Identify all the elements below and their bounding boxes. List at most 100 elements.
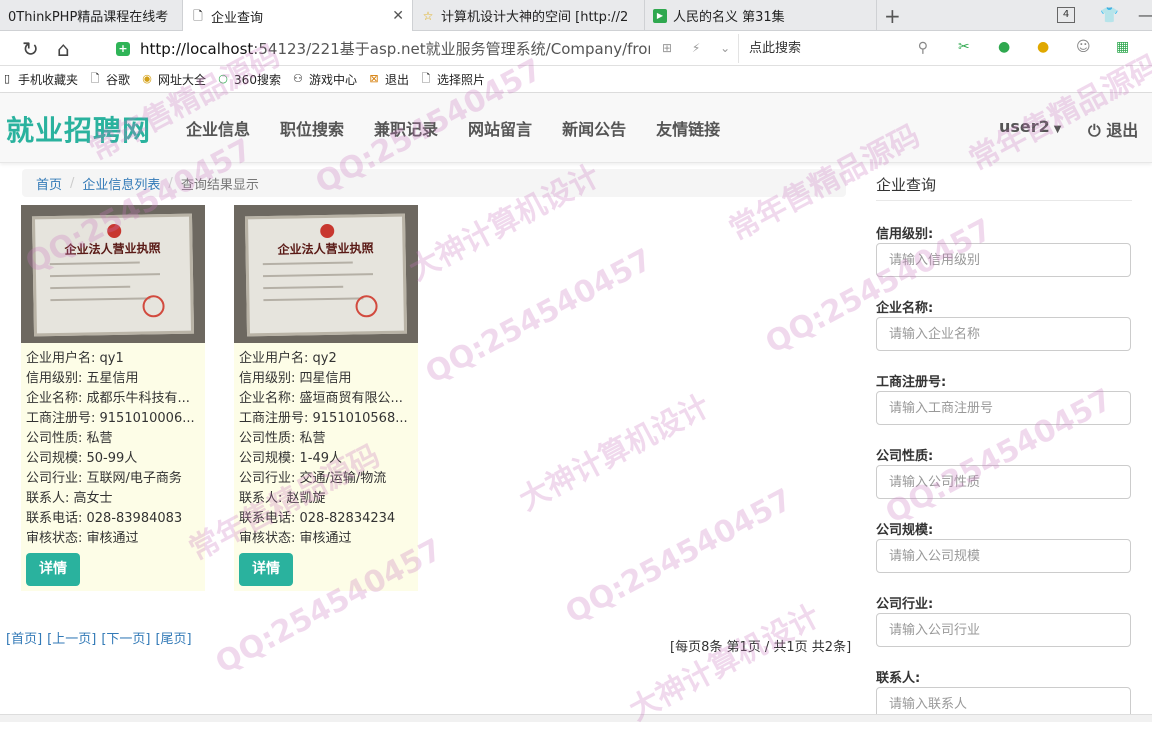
bookmark-item[interactable]: ▯ 手机收藏夹	[0, 71, 78, 88]
credit-level-field: 信用级别:	[876, 223, 1132, 277]
bookmarks-bar: ▯ 手机收藏夹 🗋 谷歌 ◉ 网址大全 ○ 360搜索 ⚇ 游戏中心 ⊠ 退出 🗋 选择照片	[0, 66, 1152, 93]
coin-icon[interactable]: ●	[1037, 39, 1049, 55]
nature-input[interactable]	[876, 465, 1131, 499]
nav-messages[interactable]: 网站留言	[468, 116, 532, 140]
reg-no-field: 工商注册号:	[876, 371, 1132, 425]
credit-level-input[interactable]	[876, 243, 1131, 277]
bookmark-label: 游戏中心	[308, 72, 357, 87]
url-text: http://localhost:54123/221基于asp.net就业服务管…	[140, 40, 650, 58]
tab-label: 人民的名义 第31集	[673, 10, 785, 25]
company-scale: 公司规模: 50-99人	[26, 451, 138, 466]
site-brand[interactable]: 就业招聘网	[6, 109, 151, 149]
apps-icon[interactable]: ▦	[1116, 39, 1129, 55]
industry-input[interactable]	[876, 613, 1131, 647]
company-nature: 公司性质: 私营	[26, 431, 113, 446]
bookmark-item[interactable]: ◉ 网址大全	[140, 71, 206, 88]
watermark: 大神计算机设计	[623, 598, 826, 728]
reload-icon[interactable]: ↻	[22, 37, 39, 61]
license-document: 企业法人营业执照	[244, 213, 408, 337]
bookmark-item[interactable]: ⊠ 退出	[367, 71, 409, 88]
breadcrumb-separator: /	[70, 175, 75, 191]
pager-next[interactable]: [下一页]	[101, 632, 150, 647]
url-action-icons[interactable]: ⊞ ⚡ ⌄	[662, 41, 738, 55]
breadcrumb-list[interactable]: 企业信息列表	[82, 174, 160, 193]
breadcrumb: 首页 / 企业信息列表 / 查询结果显示	[22, 169, 846, 197]
field-label: 工商注册号:	[876, 375, 947, 390]
shield-icon: +	[116, 41, 130, 56]
url-field[interactable]: + http://localhost:54123/221基于asp.net就业服…	[108, 34, 730, 63]
field-label: 公司规模:	[876, 523, 934, 538]
company-name-input[interactable]	[876, 317, 1131, 351]
bookmark-item[interactable]: ○ 360搜索	[216, 71, 281, 88]
browser-tab[interactable]: ☆ 计算机设计大神的空间 [http://2	[413, 0, 645, 31]
pager-last[interactable]: [尾页]	[155, 632, 191, 647]
bookmark-label: 退出	[384, 72, 409, 87]
logout-button[interactable]: ⏻ 退出	[1088, 117, 1138, 141]
company-name: 企业名称: 成都乐牛科技有...	[26, 391, 190, 406]
minimize-icon[interactable]: —	[1138, 6, 1152, 24]
pager-first[interactable]: [首页]	[6, 632, 42, 647]
company-reg-no: 工商注册号: 9151010006...	[26, 411, 195, 426]
page-icon: 🗋	[193, 9, 203, 23]
nav-company-info[interactable]: 企业信息	[186, 116, 250, 140]
company-card: 企业法人营业执照 企业用户名: qy1 信用级别: 五星信用 企业名称: 成都乐…	[21, 205, 205, 591]
company-username: 企业用户名: qy1	[26, 351, 124, 366]
translate-icon[interactable]: ●	[998, 39, 1010, 55]
phone-icon: ▯	[3, 72, 11, 85]
new-tab-button[interactable]: +	[884, 4, 901, 28]
browser-tab[interactable]: ▶ 人民的名义 第31集	[645, 0, 877, 31]
emblem-icon	[320, 223, 335, 239]
company-industry: 公司行业: 互联网/电子商务	[26, 471, 182, 486]
company-industry: 公司行业: 交通/运输/物流	[239, 471, 387, 486]
exit-icon: ⊠	[369, 72, 379, 85]
stamp-icon	[142, 295, 165, 318]
emoji-icon[interactable]: ☺	[1076, 39, 1091, 55]
scissors-icon[interactable]: ✂	[958, 39, 970, 55]
pager-prev[interactable]: [上一页]	[47, 632, 96, 647]
doc-line	[49, 261, 140, 266]
breadcrumb-separator: /	[168, 175, 173, 191]
home-icon[interactable]: ⌂	[57, 37, 70, 61]
details-button[interactable]: 详情	[239, 553, 293, 586]
scale-input[interactable]	[876, 539, 1131, 573]
doc-line	[50, 285, 131, 290]
page-icon: 🗋	[90, 72, 100, 85]
nav-news[interactable]: 新闻公告	[562, 116, 626, 140]
browser-tab[interactable]: 0ThinkPHP精品课程在线考	[0, 0, 183, 31]
search-360-icon: ○	[218, 72, 228, 85]
company-name-field: 企业名称:	[876, 297, 1132, 351]
nav-links[interactable]: 友情链接	[656, 116, 720, 140]
search-box[interactable]: 点此搜索 ⚲	[738, 34, 934, 63]
bookmark-label: 网址大全	[158, 72, 207, 87]
search-panel-title: 企业查询	[876, 166, 1132, 201]
bookmark-label: 手机收藏夹	[18, 72, 79, 87]
search-icon[interactable]: ⚲	[918, 34, 928, 63]
nav-parttime[interactable]: 兼职记录	[374, 116, 438, 140]
company-search-panel: 企业查询 信用级别: 企业名称: 工商注册号: 公司性质: 公司规模: 公司行业…	[876, 166, 1132, 721]
field-label: 公司行业:	[876, 597, 934, 612]
reg-no-input[interactable]	[876, 391, 1131, 425]
watermark: 大神计算机设计	[513, 388, 716, 518]
user-menu[interactable]: user2 ▼	[999, 117, 1062, 136]
details-button[interactable]: 详情	[26, 553, 80, 586]
bookmark-item[interactable]: 🗋 谷歌	[88, 71, 130, 88]
user-name: user2	[999, 117, 1050, 136]
search-box-text: 点此搜索	[749, 41, 802, 56]
license-photo[interactable]: 企业法人营业执照	[21, 205, 205, 343]
bookmark-item[interactable]: 🗋 选择照片	[419, 71, 485, 88]
breadcrumb-home[interactable]: 首页	[36, 174, 62, 193]
tab-count-badge[interactable]: 4	[1057, 7, 1075, 23]
gamepad-icon: ⚇	[293, 72, 303, 85]
bookmark-item[interactable]: ⚇ 游戏中心	[291, 71, 357, 88]
company-credit: 信用级别: 四星信用	[239, 371, 352, 386]
page-icon: 🗋	[421, 72, 431, 85]
browser-tab-active[interactable]: 🗋 企业查询 ✕	[183, 0, 413, 32]
license-photo[interactable]: 企业法人营业执照	[234, 205, 418, 343]
company-info: 企业用户名: qy2 信用级别: 四星信用 企业名称: 盛垣商贸有限公... 工…	[234, 343, 418, 549]
site-navbar: 就业招聘网 企业信息 职位搜索 兼职记录 网站留言 新闻公告 友情链接 user…	[0, 93, 1152, 163]
company-username: 企业用户名: qy2	[239, 351, 337, 366]
close-tab-icon[interactable]: ✕	[392, 8, 404, 24]
doc-line	[262, 261, 353, 266]
shirt-icon[interactable]: 👕	[1100, 6, 1119, 24]
nav-job-search[interactable]: 职位搜索	[280, 116, 344, 140]
